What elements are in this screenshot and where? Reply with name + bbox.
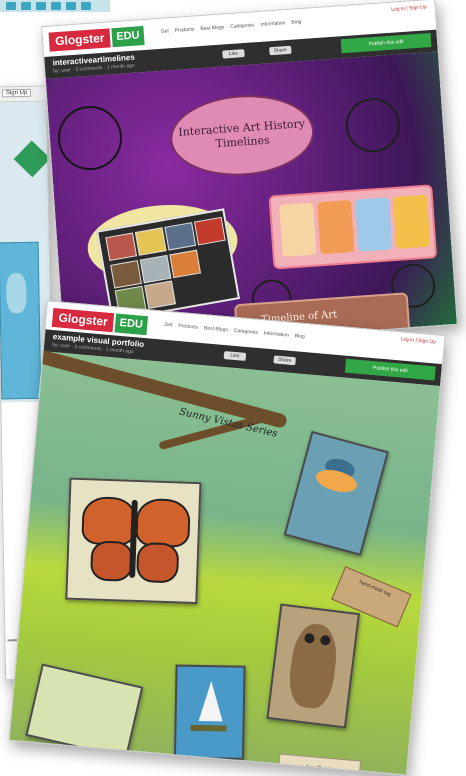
bird-artwork[interactable] [283,430,389,556]
canvas-title-oval: Interactive Art History Timelines [167,90,317,181]
map-image [0,241,42,400]
bottom-banner: Any Sunny [277,753,362,776]
nav-link-categories[interactable]: Categories [234,328,259,336]
auth-links[interactable]: Log in | Sign Up [400,336,436,345]
butterfly-artwork[interactable] [65,477,202,605]
art-timeline-glog-window: Glogster EDU Get Products Best Blogs Cat… [41,0,458,353]
share-button[interactable]: Share [273,355,297,366]
sign-up-button[interactable]: Sign Up [1,88,32,98]
auth-links[interactable]: Log in | Sign Up [391,4,427,12]
portfolio-canvas: Sunny Vistas Series hand-made tag Any Su… [9,348,441,776]
publish-button[interactable]: Publish this edit [340,33,432,54]
sailboat-artwork[interactable] [173,664,246,760]
nav-link-best-blogs[interactable]: Best Blogs [200,24,224,32]
nav-link-categories[interactable]: Categories [230,22,255,30]
nav-links: Get Products Best Blogs Categories Infor… [164,322,305,340]
glogster-edu-logo[interactable]: Glogster EDU [48,26,145,52]
nav-link-information[interactable]: Information [260,20,285,28]
nav-link-information[interactable]: Information [264,330,289,338]
visual-portfolio-glog-window: Glogster EDU Get Products Best Blogs Cat… [8,300,446,776]
glogster-logo-text: Glogster [48,28,112,52]
portrait-image [392,194,431,249]
accent-dots [6,2,91,10]
portrait-image [279,202,317,257]
like-button[interactable]: Like [222,49,245,59]
nav-link-get[interactable]: Get [164,322,173,329]
nav-link-get[interactable]: Get [161,28,169,35]
nav-link-products[interactable]: Products [178,323,198,331]
portrait-image [317,199,355,255]
swirl-decoration [55,103,125,173]
edu-badge: EDU [114,313,148,336]
nav-link-blog[interactable]: Blog [291,19,301,26]
nav-link-best-blogs[interactable]: Best Blogs [204,325,228,333]
nav-link-products[interactable]: Products [175,26,195,33]
like-button[interactable]: Like [223,351,247,361]
left-window-toolbar: Sign Up [0,86,47,103]
swirl-decoration [343,96,402,155]
publish-button[interactable]: Publish this edit [344,358,436,381]
portrait-image [354,197,393,252]
glogster-logo-text: Glogster [51,307,115,333]
sketch-map-artwork[interactable] [25,663,144,759]
top-accent-bar [0,0,110,12]
green-diamond-shape [13,140,51,178]
owl-artwork[interactable] [266,603,360,729]
nav-links: Get Products Best Blogs Categories Infor… [161,19,302,35]
nav-link-blog[interactable]: Blog [294,333,305,340]
share-button[interactable]: Share [269,45,292,56]
edu-badge: EDU [111,26,145,48]
cartoon-portraits-panel[interactable] [268,184,438,270]
